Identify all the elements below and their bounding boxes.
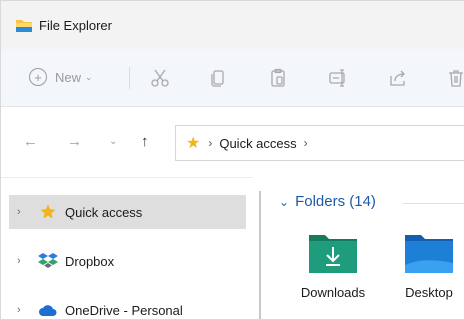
star-icon: [37, 203, 59, 221]
share-icon[interactable]: [387, 67, 409, 89]
title-bar[interactable]: File Explorer: [1, 1, 464, 49]
folder-desktop[interactable]: Desktop: [389, 231, 464, 317]
folder-downloads[interactable]: Downloads: [293, 231, 373, 317]
command-separator: [129, 67, 130, 89]
file-explorer-window: File Explorer + New ⌄ ← → ⌄ ↑ ★ › Quick …: [0, 0, 464, 320]
expand-chevron-icon[interactable]: ›: [9, 304, 31, 316]
dropbox-icon: [37, 252, 59, 270]
cloud-icon: [37, 301, 59, 319]
sidebar-item-label: OneDrive - Personal: [65, 302, 183, 318]
group-title: Folders (14): [295, 193, 376, 210]
collapse-chevron-icon[interactable]: ⌄: [279, 195, 289, 209]
expand-chevron-icon[interactable]: ›: [9, 255, 31, 267]
delete-icon[interactable]: [445, 67, 464, 89]
star-icon: ★: [186, 135, 201, 152]
folder-label: Desktop: [405, 285, 453, 300]
address-bar[interactable]: ★ › Quick access ›: [175, 125, 464, 161]
plus-icon: +: [29, 68, 47, 86]
desktop-folder-icon: [405, 235, 453, 273]
breadcrumb-separator-icon[interactable]: ›: [208, 136, 212, 150]
up-arrow-icon[interactable]: ↑: [141, 134, 149, 149]
sidebar-item-label: Dropbox: [65, 253, 115, 269]
sidebar-item-onedrive-personal[interactable]: › OneDrive - Personal: [9, 293, 246, 319]
navigation-pane: › Quick access › Dropbox › OneDrive - Pe…: [1, 177, 253, 319]
breadcrumb-chevron-icon[interactable]: ›: [304, 136, 308, 150]
sidebar-item-label: Quick access: [65, 204, 143, 220]
file-explorer-app-icon: [16, 20, 32, 32]
new-button[interactable]: + New ⌄: [29, 68, 93, 86]
address-row: ← → ⌄ ↑ ★ › Quick access ›: [1, 107, 464, 177]
downloads-folder-icon: [309, 235, 357, 273]
sidebar-item-dropbox[interactable]: › Dropbox: [9, 244, 246, 278]
folders-group-header[interactable]: ⌄ Folders (14): [279, 193, 376, 210]
expand-chevron-icon[interactable]: ›: [9, 206, 31, 218]
paste-icon[interactable]: [267, 67, 289, 89]
new-button-label: New: [55, 69, 82, 85]
chevron-down-icon: ⌄: [85, 71, 93, 82]
copy-icon[interactable]: [207, 67, 229, 89]
pane-splitter[interactable]: [259, 191, 261, 319]
recent-locations-chevron-icon[interactable]: ⌄: [109, 137, 117, 147]
sidebar-item-quick-access[interactable]: › Quick access: [9, 195, 246, 229]
back-arrow-icon[interactable]: ←: [23, 134, 38, 149]
breadcrumb-quick-access[interactable]: Quick access: [219, 136, 296, 151]
cut-icon[interactable]: [149, 67, 171, 89]
window-title: File Explorer: [39, 17, 112, 33]
rename-icon[interactable]: [327, 67, 349, 89]
forward-arrow-icon[interactable]: →: [67, 134, 82, 149]
content-pane: ⌄ Folders (14) Downloads Desktop: [263, 177, 464, 319]
folder-label: Downloads: [300, 285, 366, 300]
group-divider: [403, 203, 464, 204]
command-bar: + New ⌄: [1, 49, 464, 107]
